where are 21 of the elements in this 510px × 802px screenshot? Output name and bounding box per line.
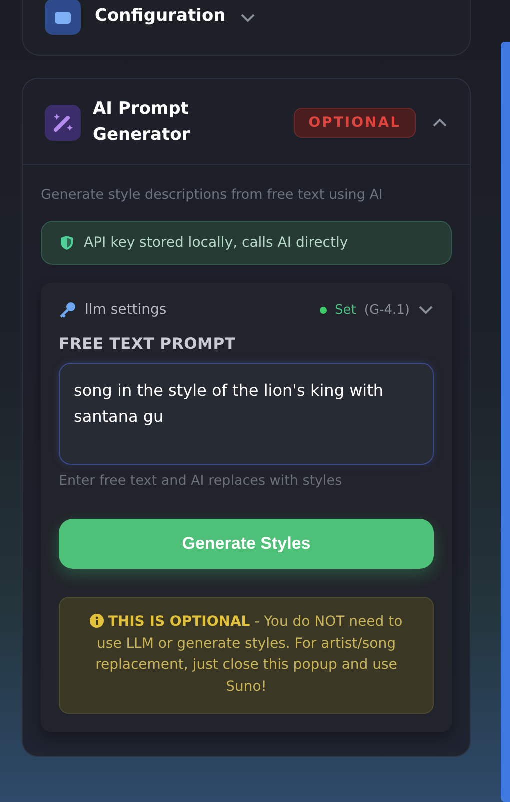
prompt-input[interactable]: song in the style of the lion's king with santana gu	[59, 363, 434, 465]
section-title: Configuration	[95, 5, 226, 28]
section-title: AI Prompt Generator	[93, 98, 192, 146]
scrollbar-thumb[interactable]	[501, 42, 510, 802]
model-text: (G-4.1)	[364, 302, 410, 318]
prompt-hint: Enter free text and AI replaces with styles	[59, 473, 344, 489]
magic-wand-icon	[45, 104, 81, 140]
status-text: Set	[335, 302, 356, 318]
chevron-down-icon	[240, 12, 256, 22]
configuration-card[interactable]: Configuration	[22, 0, 471, 56]
shield-icon	[60, 235, 74, 251]
key-icon	[59, 301, 77, 319]
chevron-up-icon	[432, 118, 448, 128]
info-icon	[90, 614, 104, 628]
llm-settings-toggle[interactable]: llm settings	[85, 302, 167, 318]
optional-badge: OPTIONAL	[294, 108, 416, 138]
chevron-down-icon	[418, 305, 434, 315]
notice-text: API key stored locally, calls AI directly	[84, 235, 348, 251]
warning-text: THIS IS OPTIONAL - You do NOT need to use LLM or generate styles. For artist/song replacement, just close this popup and use Suno!	[82, 612, 411, 699]
prompt-label: FREE TEXT PROMPT	[59, 335, 237, 353]
description-text: Generate style descriptions from free text using AI	[41, 187, 384, 203]
